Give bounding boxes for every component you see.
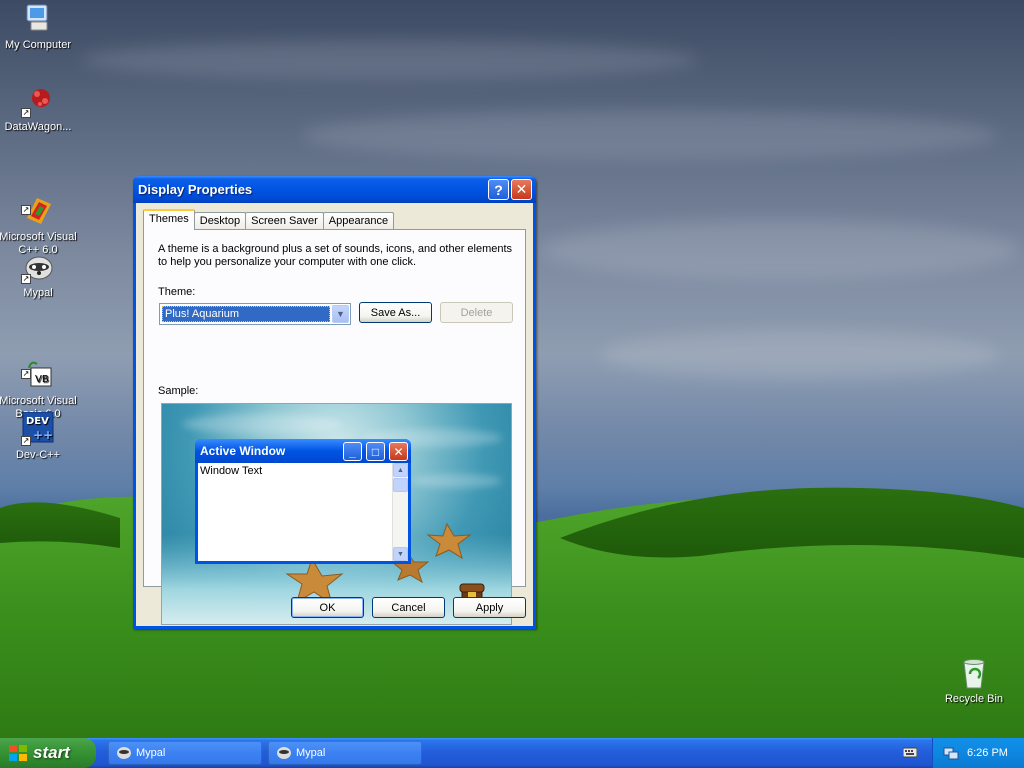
desktop-icon-datawagon[interactable]: ↗ DataWagon...: [0, 84, 78, 134]
windows-logo-icon: [8, 744, 28, 762]
sample-window-text: Window Text: [200, 465, 263, 477]
close-icon: ✕: [389, 442, 408, 461]
scroll-up-icon: ▲: [393, 463, 408, 477]
theme-sample-preview: Active Window _ □ ✕ Window Text ▲ ▼: [161, 403, 512, 625]
sample-window-titlebar: Active Window _ □ ✕: [195, 439, 411, 463]
tab-screen-saver[interactable]: Screen Saver: [245, 212, 324, 230]
theme-label: Theme:: [158, 286, 196, 298]
computer-icon: [21, 2, 55, 36]
taskbar-button-mypal-1[interactable]: Mypal: [108, 741, 262, 765]
desktop-icon-devcpp[interactable]: DEV ++ ↗ Dev-C++: [0, 411, 78, 462]
ok-button[interactable]: OK: [291, 597, 364, 618]
dialog-title: Display Properties: [138, 182, 253, 197]
sample-label: Sample:: [158, 385, 199, 397]
maximize-icon: □: [366, 442, 385, 461]
display-properties-dialog: Display Properties ? ✕ Themes Desktop Sc…: [133, 176, 536, 629]
theme-selected-value: Plus! Aquarium: [162, 306, 330, 322]
dialog-titlebar[interactable]: Display Properties ? ✕: [133, 176, 536, 203]
svg-text:VB: VB: [35, 374, 49, 385]
desktop-icon-label: My Computer: [4, 39, 72, 51]
close-icon: ✕: [515, 181, 528, 197]
help-icon: ?: [494, 181, 503, 198]
save-as-button[interactable]: Save As...: [359, 302, 432, 323]
system-tray: 6:26 PM: [932, 738, 1024, 768]
sample-window-title: Active Window: [200, 444, 286, 458]
visual-basic-icon: VB ↗: [21, 345, 55, 387]
desktop-icon-label: DataWagon...: [4, 121, 72, 133]
visual-cpp-icon: ↗: [21, 181, 55, 224]
delete-button[interactable]: Delete: [440, 302, 513, 323]
sample-scrollbar: ▲ ▼: [392, 463, 408, 561]
close-button[interactable]: ✕: [511, 179, 532, 200]
dialog-body: Themes Desktop Screen Saver Appearance A…: [136, 203, 533, 626]
tab-themes[interactable]: Themes: [143, 209, 195, 230]
mypal-icon: [116, 746, 132, 760]
theme-dropdown[interactable]: Plus! Aquarium ▼: [159, 303, 351, 325]
keyboard-icon[interactable]: [902, 745, 918, 759]
tab-appearance[interactable]: Appearance: [322, 212, 395, 230]
cloud: [80, 40, 700, 80]
svg-text:++: ++: [33, 428, 53, 442]
taskbar-button-mypal-2[interactable]: Mypal: [268, 741, 422, 765]
taskbar-button-label: Mypal: [136, 747, 166, 759]
mypal-icon: [276, 746, 292, 760]
mypal-icon: ↗: [21, 250, 55, 284]
apply-button[interactable]: Apply: [453, 597, 526, 618]
chevron-down-icon[interactable]: ▼: [332, 305, 349, 323]
datawagon-icon: ↗: [21, 84, 55, 118]
network-icon[interactable]: [943, 745, 959, 761]
sample-window-client: Window Text ▲ ▼: [198, 463, 408, 561]
cloud: [300, 110, 1000, 160]
taskbar-button-label: Mypal: [296, 747, 326, 759]
tab-desktop[interactable]: Desktop: [193, 212, 247, 230]
desktop-icon-my-computer[interactable]: My Computer: [0, 2, 78, 52]
devcpp-icon: DEV ++ ↗: [21, 411, 55, 446]
recycle-bin-icon: [957, 656, 991, 690]
desktop-icon-recycle-bin[interactable]: Recycle Bin: [934, 656, 1014, 706]
clock[interactable]: 6:26 PM: [967, 747, 1008, 759]
desktop-icon-label: Dev-C++: [15, 449, 61, 461]
cloud: [540, 220, 1020, 280]
cloud: [600, 330, 1000, 380]
scroll-thumb: [393, 478, 408, 492]
theme-description: A theme is a background plus a set of so…: [158, 243, 513, 268]
scroll-down-icon: ▼: [393, 547, 408, 561]
sample-active-window: Active Window _ □ ✕ Window Text ▲ ▼: [195, 439, 411, 564]
svg-text:DEV: DEV: [26, 416, 49, 427]
taskbar: start Mypal Mypal 6:26 PM: [0, 738, 1024, 768]
desktop-icon-label: Mypal: [23, 287, 53, 299]
desktop-icon-label: Recycle Bin: [944, 693, 1004, 705]
help-button[interactable]: ?: [488, 179, 509, 200]
start-button[interactable]: start: [0, 738, 96, 768]
start-label: start: [33, 743, 70, 762]
cancel-button[interactable]: Cancel: [372, 597, 445, 618]
themes-panel: A theme is a background plus a set of so…: [143, 229, 526, 625]
tab-strip: Themes Desktop Screen Saver Appearance: [143, 209, 395, 230]
minimize-icon: _: [343, 442, 362, 461]
desktop-icon-mypal[interactable]: ↗ Mypal: [0, 250, 78, 300]
